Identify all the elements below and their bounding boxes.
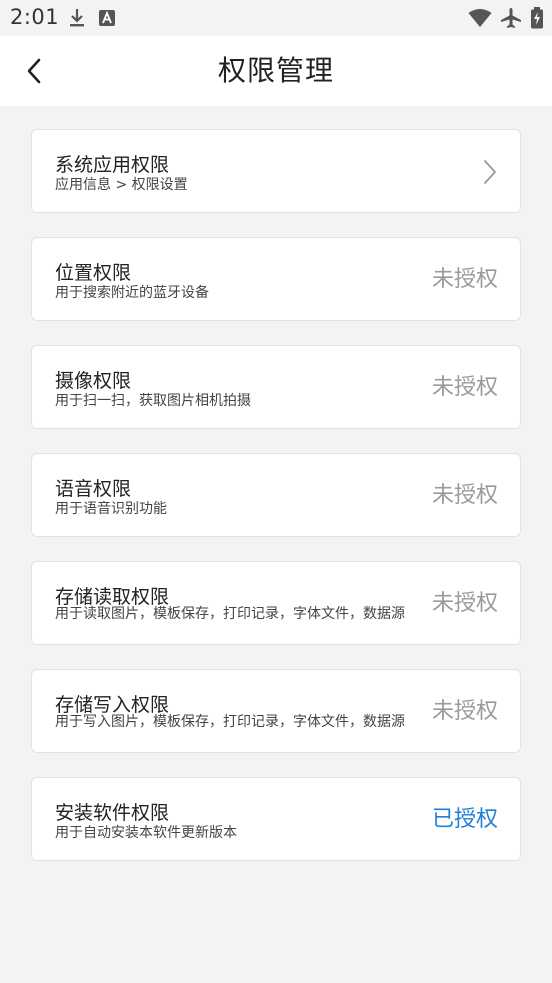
wifi-icon <box>468 8 492 32</box>
permission-card-voice[interactable]: 语音权限 用于语音识别功能 未授权 <box>31 453 521 537</box>
permission-status[interactable]: 未授权 <box>432 670 498 754</box>
permission-title: 安装软件权限 <box>55 802 170 824</box>
permission-card-install[interactable]: 安装软件权限 用于自动安装本软件更新版本 已授权 <box>31 777 521 861</box>
status-time: 2:01 <box>10 5 60 29</box>
permission-status[interactable]: 未授权 <box>432 238 498 322</box>
permission-desc: 用于扫一扫，获取图片相机拍摄 <box>55 393 251 409</box>
permission-desc: 用于读取图片，模板保存，打印记录，字体文件，数据源 <box>55 606 405 622</box>
permission-card-camera[interactable]: 摄像权限 用于扫一扫，获取图片相机拍摄 未授权 <box>31 345 521 429</box>
airplane-icon <box>500 7 522 33</box>
permission-desc: 用于写入图片，模板保存，打印记录，字体文件，数据源 <box>55 714 405 730</box>
battery-charging-icon <box>530 7 544 33</box>
permission-desc: 应用信息 > 权限设置 <box>55 177 188 193</box>
permission-status[interactable]: 未授权 <box>432 346 498 430</box>
status-bar: 2:01 <box>0 0 552 36</box>
permission-list: 系统应用权限 应用信息 > 权限设置 位置权限 用于搜索附近的蓝牙设备 未授权 … <box>31 129 521 885</box>
permission-desc: 用于自动安装本软件更新版本 <box>55 825 237 841</box>
page-title: 权限管理 <box>217 54 334 87</box>
permission-title: 位置权限 <box>55 262 132 284</box>
permission-desc: 用于语音识别功能 <box>55 501 167 517</box>
permission-card-location[interactable]: 位置权限 用于搜索附近的蓝牙设备 未授权 <box>31 237 521 321</box>
permission-card-system-app[interactable]: 系统应用权限 应用信息 > 权限设置 <box>31 129 521 213</box>
status-left-icons <box>68 8 116 32</box>
permission-status[interactable]: 已授权 <box>432 778 498 862</box>
permission-title: 语音权限 <box>55 478 132 500</box>
chevron-right-icon <box>484 160 496 184</box>
permission-status[interactable]: 未授权 <box>432 562 498 646</box>
permission-status[interactable]: 未授权 <box>432 454 498 538</box>
permission-card-storage-read[interactable]: 存储读取权限 用于读取图片，模板保存，打印记录，字体文件，数据源 未授权 <box>31 561 521 645</box>
status-right-icons <box>468 7 544 33</box>
permission-title: 系统应用权限 <box>55 154 170 176</box>
permission-title: 摄像权限 <box>55 370 132 392</box>
permission-card-storage-write[interactable]: 存储写入权限 用于写入图片，模板保存，打印记录，字体文件，数据源 未授权 <box>31 669 521 753</box>
a-box-icon <box>98 9 116 31</box>
permission-desc: 用于搜索附近的蓝牙设备 <box>55 285 209 301</box>
download-icon <box>68 8 86 32</box>
app-header: 权限管理 <box>0 36 552 106</box>
